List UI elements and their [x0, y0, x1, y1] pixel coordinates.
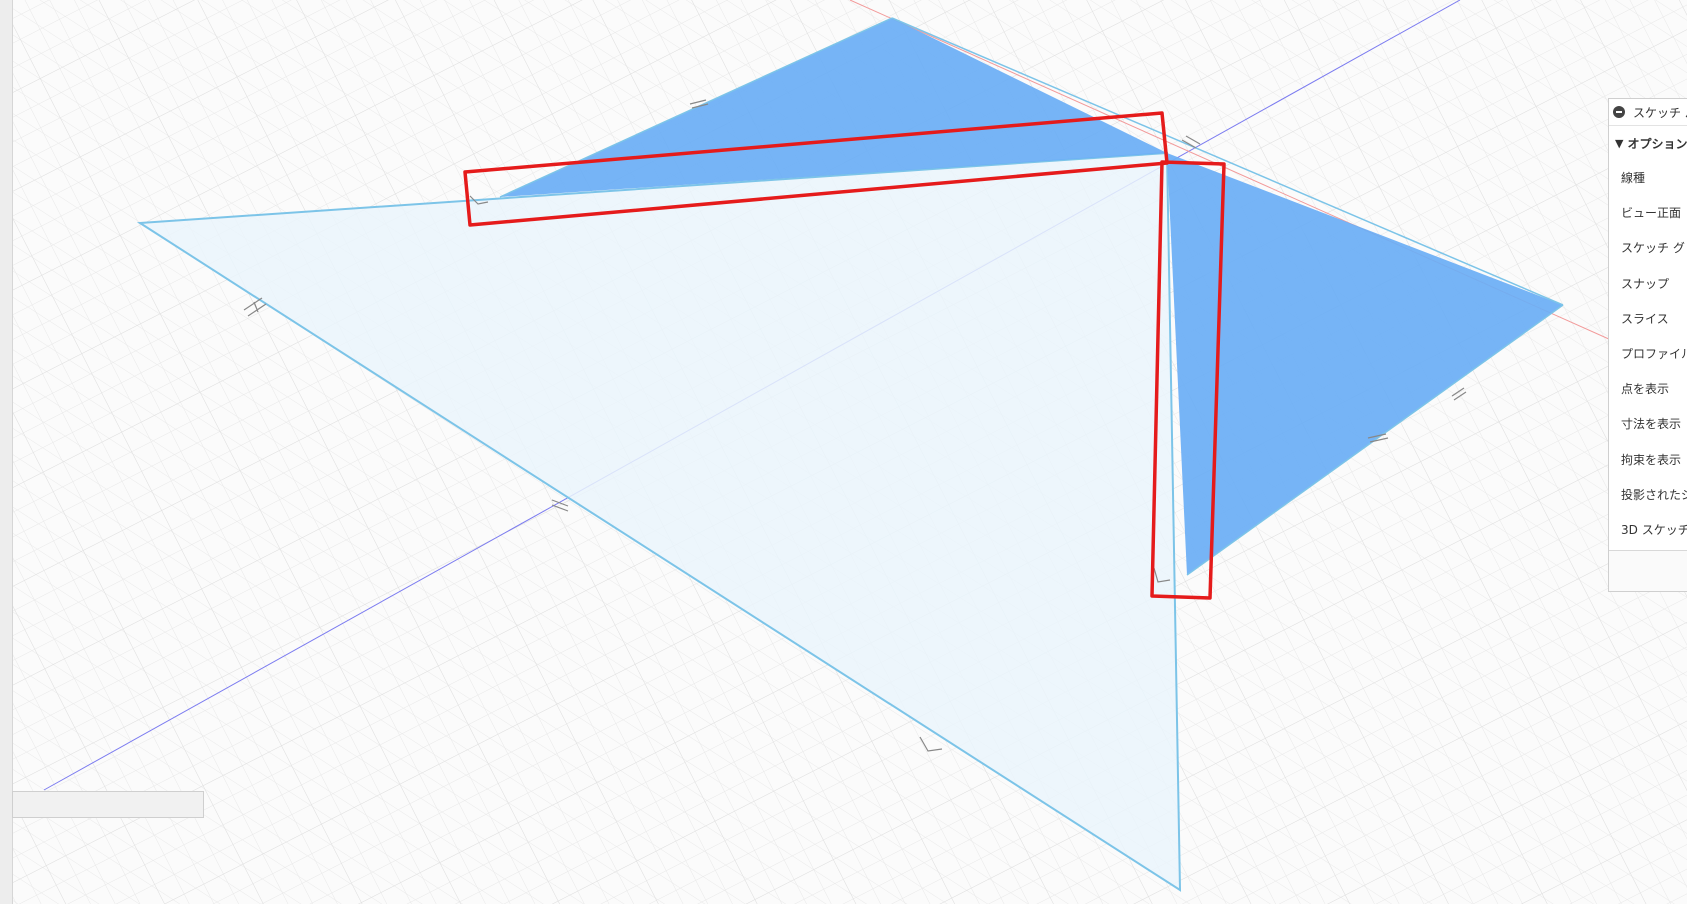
option-look-at[interactable]: ビュー正面 [1609, 195, 1687, 230]
option-linetype[interactable]: 線種 [1609, 160, 1687, 195]
option-show-points[interactable]: 点を表示 [1609, 371, 1687, 406]
options-section[interactable]: ▼ オプション [1609, 126, 1687, 160]
option-show-constraints[interactable]: 拘束を表示 [1609, 442, 1687, 477]
option-snap[interactable]: スナップ [1609, 266, 1687, 301]
option-show-profile[interactable]: プロファイルを [1609, 336, 1687, 371]
options-section-label: オプション [1627, 136, 1687, 151]
canvas-viewport[interactable] [0, 0, 1687, 904]
caret-down-icon[interactable]: ▼ [1615, 137, 1623, 150]
sketch-canvas[interactable] [0, 0, 1687, 904]
palette-footer [1609, 550, 1687, 591]
option-show-projected-geometry[interactable]: 投影されたジ [1609, 477, 1687, 512]
option-sketch-grid[interactable]: スケッチ グリッ [1609, 230, 1687, 265]
left-toolbar-edge [0, 0, 13, 904]
bottom-left-input-field[interactable] [12, 791, 204, 818]
option-slice[interactable]: スライス [1609, 301, 1687, 336]
sketch-palette: スケッチ パ ▼ オプション 線種 ビュー正面 スケッチ グリッ スナップ スラ… [1608, 98, 1687, 592]
palette-title: スケッチ パ [1633, 105, 1687, 120]
option-show-dimensions[interactable]: 寸法を表示 [1609, 406, 1687, 441]
palette-header[interactable]: スケッチ パ [1609, 99, 1687, 126]
collapse-icon[interactable] [1613, 106, 1625, 118]
option-3d-sketch[interactable]: 3D スケッチ [1609, 512, 1687, 547]
